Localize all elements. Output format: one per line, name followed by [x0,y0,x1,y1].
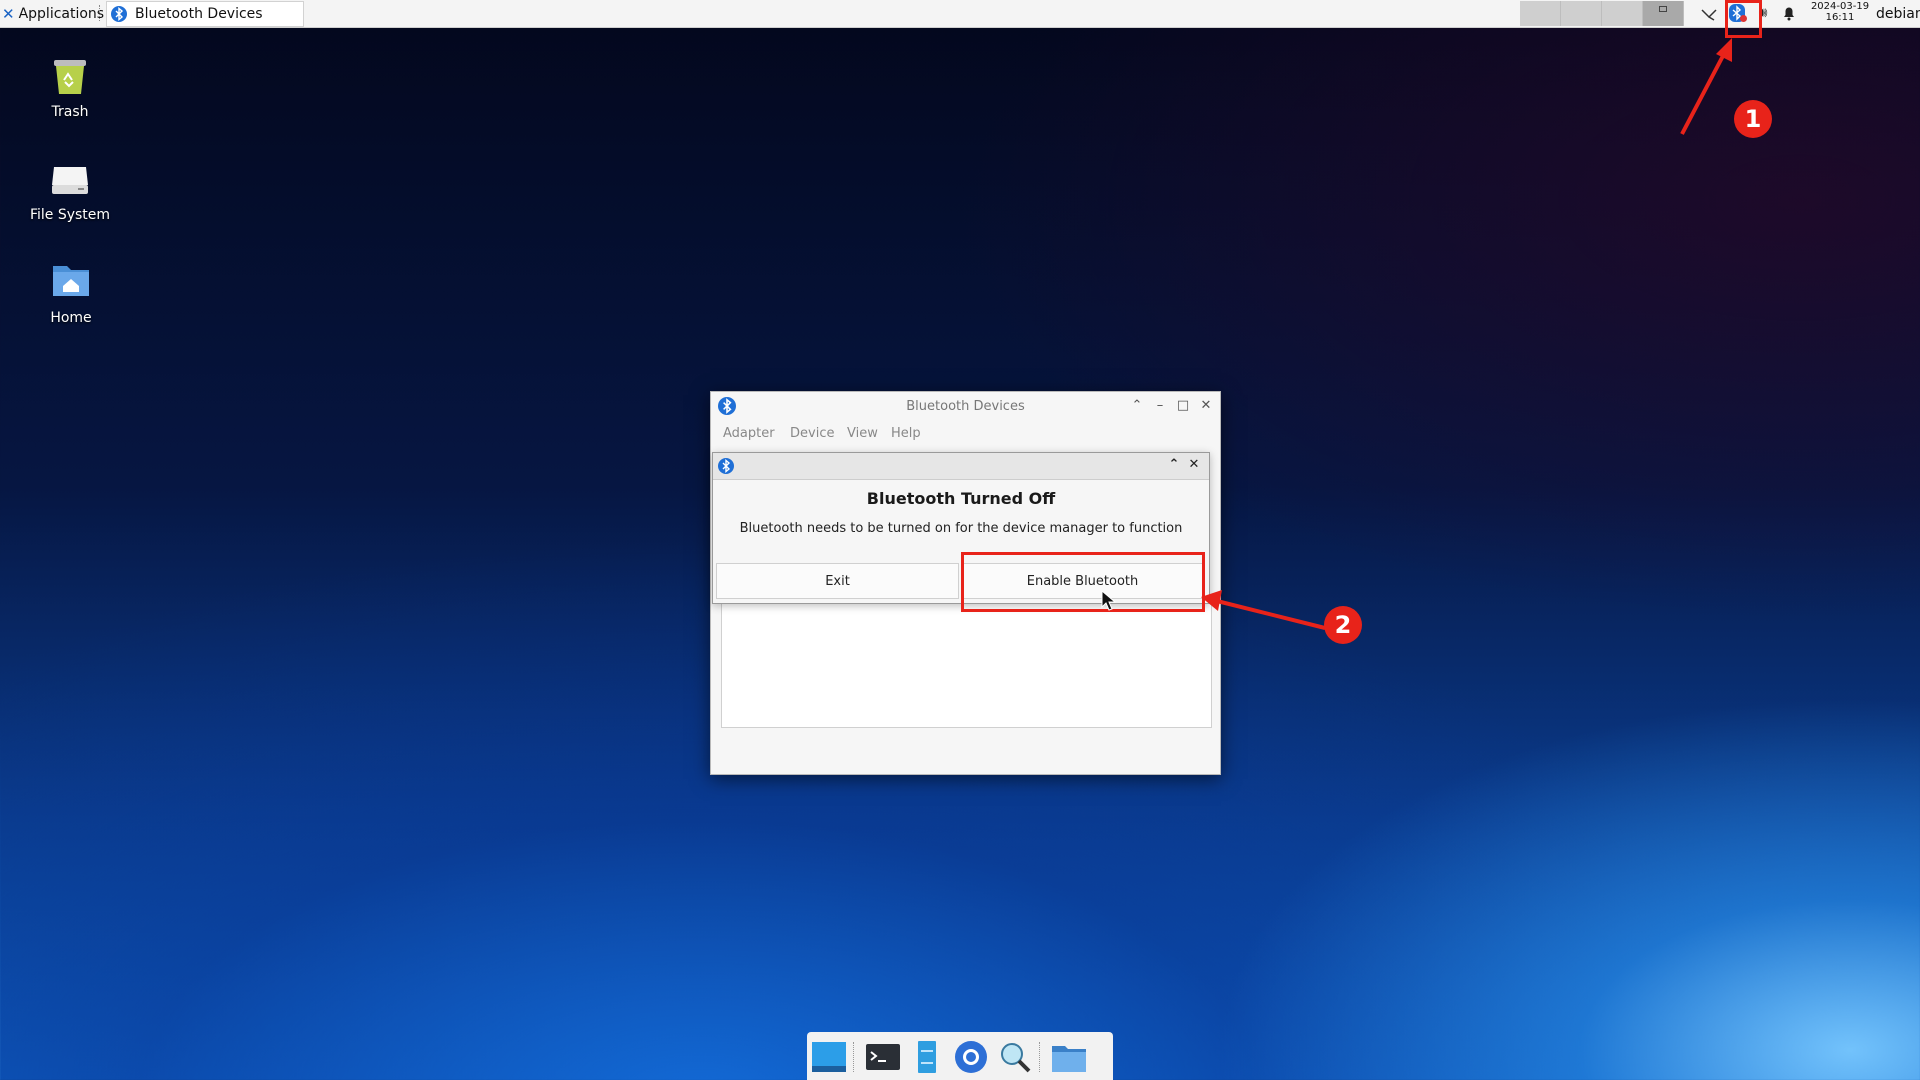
menu-help[interactable]: Help [891,426,921,441]
workspace-3[interactable] [1602,1,1643,26]
file-manager-button[interactable] [909,1040,945,1074]
taskbar-window-title: Bluetooth Devices [135,6,263,22]
notification-bell-icon[interactable] [1779,3,1799,23]
annotation-arrow-1 [1680,38,1732,135]
window-titlebar[interactable]: Bluetooth Devices ⌃ – □ ✕ [711,392,1220,422]
terminal-button[interactable] [865,1040,901,1074]
terminal-icon [866,1044,900,1070]
window-close-button[interactable]: ✕ [1198,398,1214,414]
menu-adapter[interactable]: Adapter [723,426,775,441]
folder-icon [1052,1046,1086,1072]
desktop-icon-label: Home [50,310,92,326]
xfce-logo-icon: ✕ [2,4,15,23]
taskbar-window-button[interactable]: Bluetooth Devices [106,1,304,27]
dock-separator [853,1042,856,1072]
menu-device[interactable]: Device [790,426,834,441]
desktop-icon-label: File System [29,207,111,223]
clock-time: 16:11 [1825,12,1855,23]
clock-date: 2024-03-19 [1810,1,1870,12]
annotation-badge-2: 2 [1324,606,1362,644]
file-manager-icon [918,1041,936,1073]
folder-button[interactable] [1051,1040,1087,1074]
home-folder-icon [47,256,95,304]
menu-bar: Adapter Device View Help [711,422,1220,446]
applications-menu-button[interactable]: ✕ Applications [0,0,110,27]
applications-label: Applications [18,5,105,22]
workspace-2[interactable] [1561,1,1602,26]
desktop-icon-trash[interactable]: Trash [15,50,125,120]
dialog-close-button[interactable]: ✕ [1186,457,1202,473]
exit-button[interactable]: Exit [716,563,959,599]
annotation-badge-1: 1 [1734,100,1772,138]
desktop-icon-file-system[interactable]: File System [15,153,125,223]
dock-panel [807,1032,1113,1080]
dialog-message: Bluetooth needs to be turned on for the … [739,521,1183,536]
dialog-title: Bluetooth Turned Off [866,489,1056,508]
annotation-highlight-2 [961,552,1205,612]
web-browser-button[interactable] [953,1040,989,1074]
bluetooth-icon [718,458,734,474]
app-finder-icon [1001,1043,1031,1073]
window-minimize-button[interactable]: – [1152,398,1168,414]
top-panel: ✕ Applications Bluetooth Devices 🔊︎ 2024… [0,0,1920,28]
network-icon[interactable] [1699,3,1719,23]
device-list[interactable] [721,602,1212,728]
app-finder-button[interactable] [997,1040,1033,1074]
drive-icon [46,153,94,201]
window-maximize-button[interactable]: □ [1175,398,1191,414]
mouse-cursor-icon [1101,590,1117,611]
workspace-1[interactable] [1520,1,1561,26]
dialog-titlebar[interactable]: ⌃ ✕ [713,453,1209,480]
user-menu[interactable]: debian [1876,0,1920,27]
desktop-icon-label: Trash [51,104,89,120]
menu-view[interactable]: View [847,426,878,441]
desktop-icon-home[interactable]: Home [16,256,126,326]
show-desktop-button[interactable] [811,1040,847,1074]
window-shade-button[interactable]: ⌃ [1129,398,1145,414]
bluetooth-icon [111,6,127,22]
dialog-shade-button[interactable]: ⌃ [1166,457,1182,473]
browser-icon [955,1041,987,1073]
workspace-4[interactable] [1643,1,1684,26]
panel-separator [99,5,102,21]
annotation-arrow-2 [1201,590,1326,630]
dock-separator [1039,1042,1042,1072]
clock[interactable]: 2024-03-19 16:11 [1806,1,1874,23]
show-desktop-icon [812,1042,846,1072]
trash-icon [46,50,94,98]
